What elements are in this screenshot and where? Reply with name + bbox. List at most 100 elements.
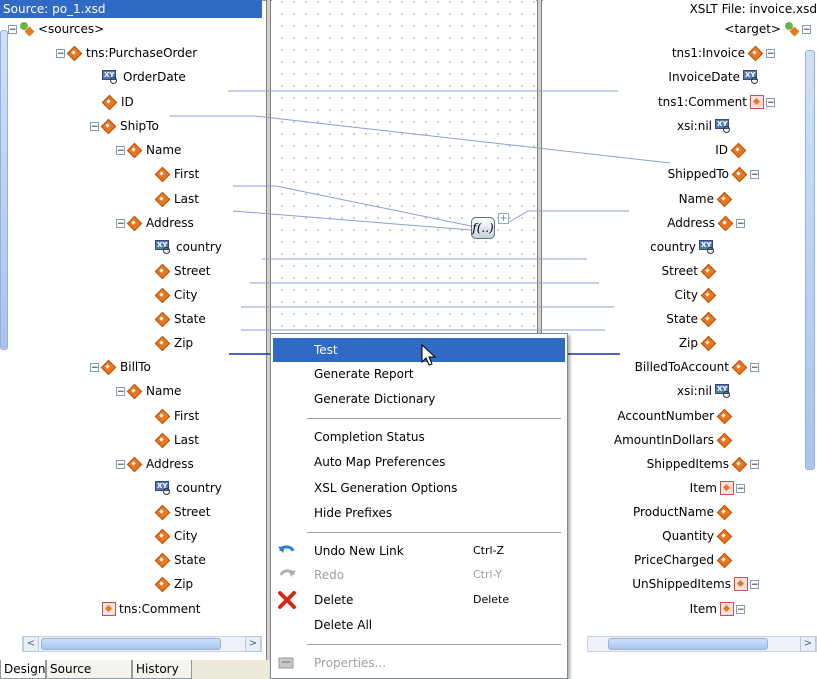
- target-tree-node[interactable]: AmountInDollars: [614, 431, 733, 449]
- menu-item-undo[interactable]: Undo New Link Ctrl-Z: [273, 539, 565, 563]
- attribute-icon: [715, 119, 733, 133]
- target-tree-node[interactable]: tns1:Comment −: [658, 93, 777, 111]
- complex-type-icon: [102, 602, 116, 616]
- menu-item-delete[interactable]: Delete Delete: [273, 588, 565, 612]
- tab-source[interactable]: Source: [46, 660, 132, 679]
- collapse-toggle-icon[interactable]: −: [90, 121, 99, 131]
- source-vscroll-thumb[interactable]: [0, 30, 8, 350]
- menu-item-delete-all[interactable]: Delete All: [273, 613, 565, 637]
- source-tree-node[interactable]: Street: [155, 262, 210, 280]
- target-scroll-right-icon[interactable]: >: [800, 636, 816, 652]
- concat-function-node[interactable]: f(..): [471, 217, 495, 239]
- target-tree-node[interactable]: ProductName: [633, 503, 733, 521]
- source-tree-node[interactable]: Street: [155, 503, 210, 521]
- menu-item-auto-map-preferences[interactable]: Auto Map Preferences: [273, 450, 565, 474]
- source-tree-node[interactable]: First: [155, 407, 199, 425]
- source-tree-node[interactable]: OrderDate: [102, 68, 186, 86]
- target-tree-node[interactable]: Address −: [667, 214, 747, 232]
- target-tree-node[interactable]: xsi:nil: [677, 382, 733, 400]
- source-node-label: Zip: [174, 336, 194, 350]
- menu-item-generate-report[interactable]: Generate Report: [273, 362, 565, 386]
- collapse-toggle-icon[interactable]: −: [766, 97, 775, 107]
- collapse-toggle-icon[interactable]: −: [736, 483, 745, 493]
- source-tree-node[interactable]: Last: [155, 431, 199, 449]
- target-tree-node[interactable]: UnShippedItems −: [632, 575, 761, 593]
- target-vscroll-thumb[interactable]: [805, 50, 815, 470]
- source-tree-node[interactable]: City: [155, 527, 198, 545]
- function-expand-button[interactable]: +: [498, 213, 509, 224]
- source-tree-node[interactable]: State: [155, 310, 206, 328]
- source-tree-node[interactable]: City: [155, 286, 198, 304]
- menu-item-xsl-generation-options[interactable]: XSL Generation Options: [273, 476, 565, 500]
- source-tree-node[interactable]: tns:Comment: [102, 600, 200, 618]
- source-tree-node[interactable]: − Name: [114, 382, 181, 400]
- source-tree-node[interactable]: − tns:PurchaseOrder: [54, 44, 197, 62]
- source-tree-node[interactable]: − Name: [114, 141, 181, 159]
- target-tree-pane[interactable]: <target>− tns1:Invoice− InvoiceDate tns1:Co…: [543, 18, 817, 633]
- source-tree-node[interactable]: First: [155, 165, 199, 183]
- collapse-toggle-icon[interactable]: −: [90, 362, 99, 372]
- collapse-toggle-icon[interactable]: −: [750, 362, 759, 372]
- collapse-toggle-icon[interactable]: −: [750, 169, 759, 179]
- target-tree-node[interactable]: City: [674, 286, 717, 304]
- source-tree-node[interactable]: country: [155, 238, 222, 256]
- collapse-toggle-icon[interactable]: −: [750, 579, 759, 589]
- source-tree-node[interactable]: Zip: [155, 334, 193, 352]
- source-tree-node[interactable]: ID: [102, 93, 134, 111]
- menu-item-hide-prefixes[interactable]: Hide Prefixes: [273, 501, 565, 525]
- target-tree-node[interactable]: tns1:Invoice −: [672, 44, 777, 62]
- source-tree-node[interactable]: country: [155, 479, 222, 497]
- source-hscrollbar[interactable]: < >: [22, 636, 262, 652]
- collapse-toggle-icon[interactable]: −: [116, 145, 125, 155]
- target-tree-node[interactable]: ID: [715, 141, 747, 159]
- source-tree-node[interactable]: Last: [155, 190, 199, 208]
- target-tree-node[interactable]: Quantity: [662, 527, 733, 545]
- target-hscroll-thumb[interactable]: [608, 638, 768, 650]
- target-tree-node[interactable]: AccountNumber: [617, 407, 733, 425]
- source-node-label: Last: [174, 433, 199, 447]
- target-tree-node[interactable]: Street: [662, 262, 717, 280]
- source-vscrollbar[interactable]: [0, 30, 10, 630]
- collapse-toggle-icon[interactable]: −: [56, 48, 65, 58]
- target-vscrollbar[interactable]: [804, 30, 817, 634]
- collapse-toggle-icon[interactable]: −: [116, 386, 125, 396]
- menu-item-generate-dictionary[interactable]: Generate Dictionary: [273, 387, 565, 411]
- menu-item-completion-status[interactable]: Completion Status: [273, 425, 565, 449]
- source-tree-node[interactable]: − BillTo: [88, 358, 151, 376]
- source-node-label: First: [174, 409, 200, 423]
- source-tree-node[interactable]: − Address: [114, 455, 194, 473]
- target-tree-node[interactable]: PriceCharged: [634, 551, 733, 569]
- target-tree-node[interactable]: Item −: [690, 479, 747, 497]
- collapse-toggle-icon[interactable]: −: [116, 218, 125, 228]
- menu-item-test[interactable]: Test: [273, 338, 565, 362]
- source-tree-node[interactable]: State: [155, 551, 206, 569]
- collapse-toggle-icon[interactable]: −: [736, 218, 745, 228]
- collapse-toggle-icon[interactable]: −: [750, 459, 759, 469]
- collapse-toggle-icon[interactable]: −: [736, 604, 745, 614]
- collapse-toggle-icon[interactable]: −: [116, 459, 125, 469]
- target-tree-node[interactable]: BilledToAccount −: [635, 358, 761, 376]
- source-hscroll-thumb[interactable]: [41, 638, 221, 650]
- target-tree-node[interactable]: Zip: [679, 334, 717, 352]
- source-tree-node[interactable]: Zip: [155, 575, 193, 593]
- source-node-label: Street: [174, 505, 211, 519]
- scroll-right-icon[interactable]: >: [245, 636, 261, 652]
- tab-history[interactable]: History: [132, 660, 192, 679]
- target-tree-node[interactable]: xsi:nil: [677, 117, 733, 135]
- target-tree-node[interactable]: Item −: [690, 600, 747, 618]
- tab-design[interactable]: Design: [0, 660, 46, 679]
- target-tree-node[interactable]: ShippedItems −: [647, 455, 761, 473]
- source-tree-node[interactable]: − Address: [114, 214, 194, 232]
- source-tree-node[interactable]: − <sources>: [6, 20, 104, 38]
- target-tree-node[interactable]: ShippedTo −: [668, 165, 761, 183]
- target-tree-node[interactable]: Name: [679, 190, 733, 208]
- source-tree-node[interactable]: − ShipTo: [88, 117, 159, 135]
- collapse-toggle-icon[interactable]: −: [766, 48, 775, 58]
- target-tree-node[interactable]: State: [666, 310, 717, 328]
- target-hscrollbar[interactable]: >: [587, 636, 817, 652]
- source-tree-pane[interactable]: −<sources>−tns:PurchaseOrderOrderDateID−…: [0, 18, 264, 633]
- target-tree-node[interactable]: InvoiceDate: [668, 68, 761, 86]
- target-tree-node[interactable]: country: [650, 238, 717, 256]
- scroll-left-icon[interactable]: <: [23, 636, 39, 652]
- target-tree-node[interactable]: <target> −: [724, 20, 813, 38]
